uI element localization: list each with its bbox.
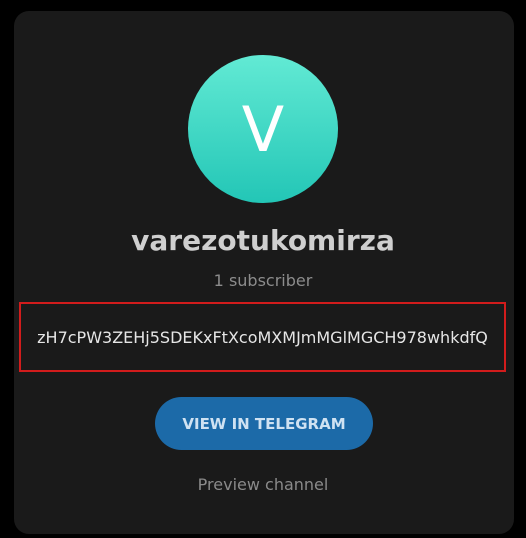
avatar: V bbox=[188, 55, 338, 203]
avatar-letter: V bbox=[241, 93, 285, 166]
subscriber-count: 1 subscriber bbox=[213, 271, 313, 290]
channel-description: zH7cPW3ZEHj5SDEKxFtXcoMXMJmMGlMGCH978whk… bbox=[37, 327, 488, 347]
channel-description-box: zH7cPW3ZEHj5SDEKxFtXcoMXMJmMGlMGCH978whk… bbox=[19, 302, 506, 372]
view-in-telegram-button[interactable]: VIEW IN TELEGRAM bbox=[155, 397, 373, 450]
preview-channel-link[interactable]: Preview channel bbox=[0, 475, 526, 495]
channel-title: varezotukomirza bbox=[131, 224, 395, 257]
